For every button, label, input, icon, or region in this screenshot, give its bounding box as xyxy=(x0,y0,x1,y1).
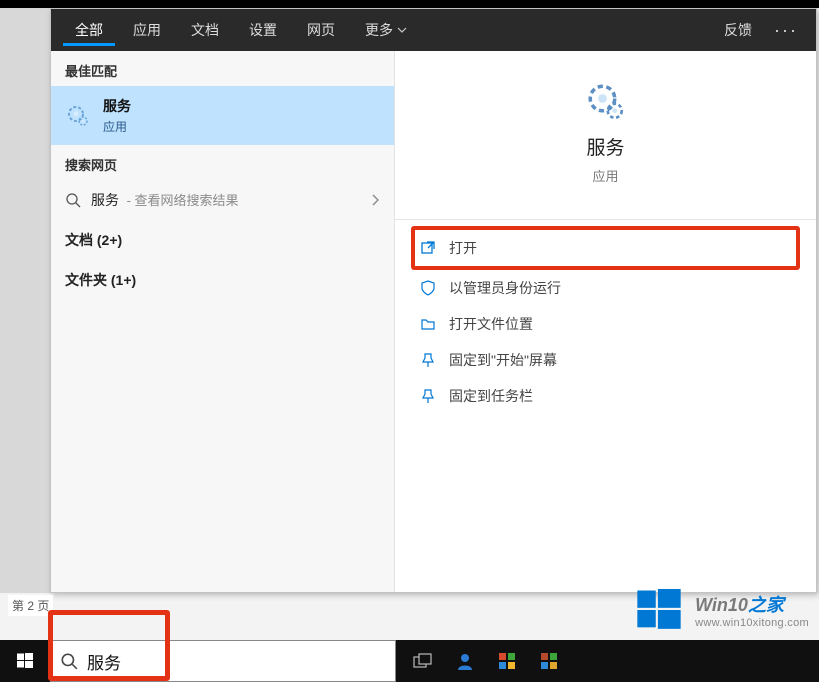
action-open-label: 打开 xyxy=(449,238,477,258)
category-documents[interactable]: 文档 (2+) xyxy=(51,220,394,260)
windows-logo-icon xyxy=(633,584,685,636)
taskbar xyxy=(0,640,819,682)
search-icon xyxy=(65,192,81,208)
taskbar-app-1[interactable] xyxy=(454,650,476,672)
task-view-icon xyxy=(413,653,433,669)
search-input[interactable] xyxy=(87,641,395,681)
web-search-item[interactable]: 服务 - 查看网络搜索结果 xyxy=(51,180,394,220)
feedback-button[interactable]: 反馈 xyxy=(714,16,762,44)
web-search-hint: - 查看网络搜索结果 xyxy=(123,193,239,208)
left-docked-strip xyxy=(0,8,50,593)
open-icon xyxy=(419,239,437,257)
action-run-admin[interactable]: 以管理员身份运行 xyxy=(411,270,800,306)
shield-icon xyxy=(419,279,437,297)
services-icon xyxy=(65,103,91,129)
pin-taskbar-icon xyxy=(419,387,437,405)
search-web-label: 搜索网页 xyxy=(51,145,394,180)
taskbar-app-3[interactable] xyxy=(538,650,560,672)
tab-web[interactable]: 网页 xyxy=(295,14,347,46)
chevron-down-icon xyxy=(397,25,407,35)
app-icon xyxy=(539,651,559,671)
tab-all[interactable]: 全部 xyxy=(63,14,115,46)
best-match-item[interactable]: 服务 应用 xyxy=(51,86,394,145)
filter-tabs: 全部 应用 文档 设置 网页 更多 反馈 ··· xyxy=(51,9,816,51)
chevron-right-icon xyxy=(370,193,380,207)
watermark: Win10之家 www.win10xitong.com xyxy=(633,584,809,636)
tab-apps[interactable]: 应用 xyxy=(121,14,173,46)
action-pin-start-label: 固定到"开始"屏幕 xyxy=(449,350,557,370)
more-options-button[interactable]: ··· xyxy=(768,18,804,43)
pin-start-icon xyxy=(419,351,437,369)
start-button[interactable] xyxy=(0,640,50,682)
web-search-term: 服务 xyxy=(91,192,119,208)
action-pin-taskbar-label: 固定到任务栏 xyxy=(449,386,533,406)
best-match-subtitle: 应用 xyxy=(103,118,131,135)
taskbar-app-2[interactable] xyxy=(496,650,518,672)
action-open-location-label: 打开文件位置 xyxy=(449,314,533,334)
preview-subtitle: 应用 xyxy=(395,166,816,185)
search-results-panel: 全部 应用 文档 设置 网页 更多 反馈 ··· 最佳匹配 xyxy=(50,8,817,593)
taskbar-search[interactable] xyxy=(50,640,396,682)
windows-start-icon xyxy=(16,652,34,670)
tab-more[interactable]: 更多 xyxy=(353,14,419,46)
people-icon xyxy=(455,651,475,671)
action-pin-taskbar[interactable]: 固定到任务栏 xyxy=(411,378,800,414)
action-open[interactable]: 打开 xyxy=(411,226,800,270)
page-indicator: 第 2 页 xyxy=(8,595,53,616)
results-list: 最佳匹配 服务 应用 搜索网页 xyxy=(51,51,394,592)
search-icon xyxy=(51,652,87,670)
best-match-label: 最佳匹配 xyxy=(51,51,394,86)
tab-docs[interactable]: 文档 xyxy=(179,14,231,46)
task-view-button[interactable] xyxy=(412,650,434,672)
watermark-url: www.win10xitong.com xyxy=(695,617,809,629)
folder-icon xyxy=(419,315,437,333)
services-icon-large xyxy=(585,81,627,123)
preview-pane: 服务 应用 打开 以管理员身份运行 xyxy=(394,51,816,592)
action-pin-start[interactable]: 固定到"开始"屏幕 xyxy=(411,342,800,378)
action-run-admin-label: 以管理员身份运行 xyxy=(449,278,561,298)
action-open-location[interactable]: 打开文件位置 xyxy=(411,306,800,342)
preview-title: 服务 xyxy=(395,133,816,160)
category-folders[interactable]: 文件夹 (1+) xyxy=(51,260,394,300)
app-icon xyxy=(497,651,517,671)
taskbar-icons xyxy=(412,650,560,672)
best-match-title: 服务 xyxy=(103,96,131,116)
tab-settings[interactable]: 设置 xyxy=(237,14,289,46)
